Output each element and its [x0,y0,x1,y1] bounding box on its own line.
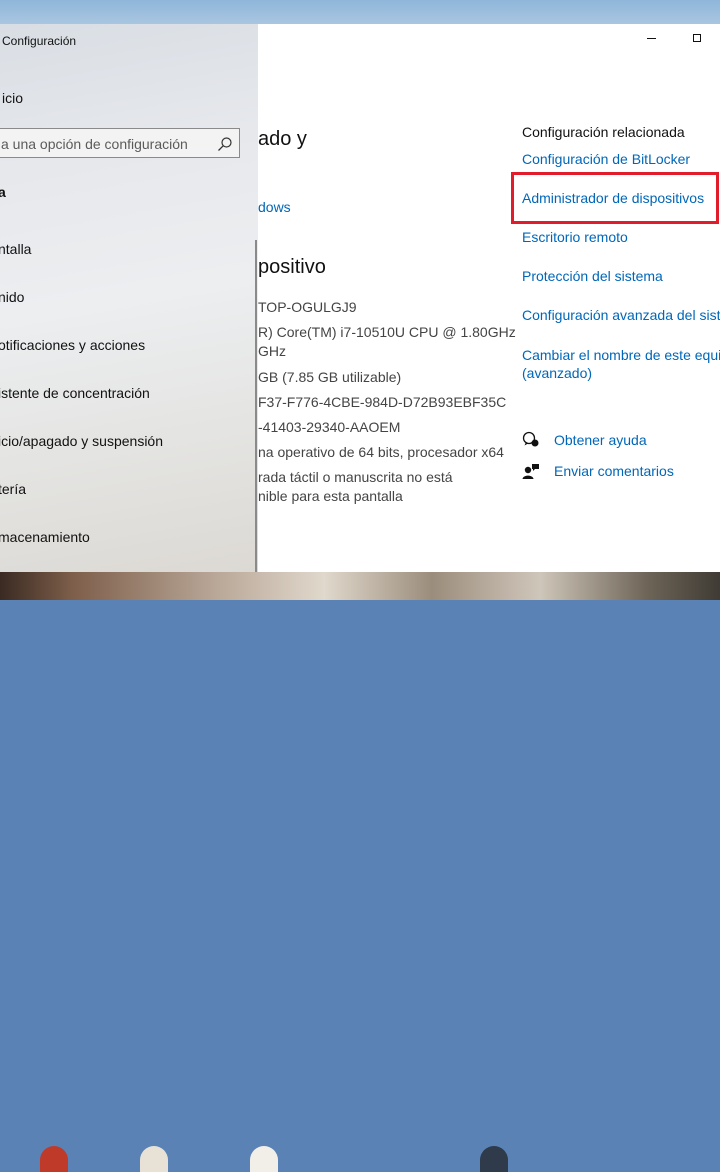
get-help-label: Obtener ayuda [554,432,647,448]
device-manager-link[interactable]: Administrador de dispositivos [522,190,704,206]
search-placeholder: a una opción de configuración [1,136,188,152]
sidebar-item-notificaciones[interactable]: otificaciones y acciones [0,337,145,353]
help-chat-icon [522,431,539,447]
sidebar-item-inicio-apagado[interactable]: icio/apagado y suspensión [0,433,163,449]
page-title: ado y [258,128,307,150]
sidebar-section-title: a [0,184,6,200]
spec-product-id: -41403-29340-AAOEM [258,419,401,435]
spec-device-name: TOP-OGULGJ9 [258,299,357,315]
spec-pen-touch: rada táctil o manuscrita no está [258,469,453,485]
remote-desktop-link[interactable]: Escritorio remoto [522,229,628,245]
sidebar-home-link[interactable]: icio [2,90,23,106]
advanced-system-settings-link[interactable]: Configuración avanzada del siste [522,307,720,323]
feedback-person-icon [522,464,539,479]
spec-processor-cont: GHz [258,343,286,359]
get-help-link[interactable]: Obtener ayuda [522,431,647,449]
sidebar-item-sonido[interactable]: nido [0,289,24,305]
search-icon[interactable] [217,136,233,152]
window-title: Configuración [2,34,77,48]
rename-pc-link-cont[interactable]: (avanzado) [522,365,592,381]
send-feedback-link[interactable]: Enviar comentarios [522,462,674,480]
wallpaper-figure [140,1146,168,1172]
wallpaper-figure [40,1146,68,1172]
spec-system-type: na operativo de 64 bits, procesador x64 [258,444,504,460]
sidebar-scrollbar[interactable] [255,240,257,572]
spec-device-id: F37-F776-4CBE-984D-D72B93EBF35C [258,394,507,410]
spec-pen-touch-cont: nible para esta pantalla [258,488,403,504]
related-settings-title: Configuración relacionada [522,124,685,140]
spec-processor: R) Core(TM) i7-10510U CPU @ 1.80GHz [258,324,516,340]
system-protection-link[interactable]: Protección del sistema [522,268,663,284]
settings-search-input[interactable]: a una opción de configuración [0,128,240,158]
sidebar-item-pantalla[interactable]: ntalla [0,241,31,257]
wallpaper-figure [480,1146,508,1172]
sidebar-item-almacenamiento[interactable]: macenamiento [0,529,90,545]
spec-ram: GB (7.85 GB utilizable) [258,369,402,385]
main-content: ado y dows positivo TOP-OGULGJ9 R) Core(… [258,24,720,572]
rename-pc-link[interactable]: Cambiar el nombre de este equi [522,347,720,363]
wallpaper-figure [250,1146,278,1172]
desktop-wallpaper-scene [0,572,720,1172]
send-feedback-label: Enviar comentarios [554,463,674,479]
device-specs-heading: positivo [258,256,326,278]
sidebar-item-asistente[interactable]: istente de concentración [0,385,150,401]
windows-link[interactable]: dows [258,199,291,215]
settings-sidebar: Configuración icio a una opción de confi… [0,24,258,572]
bitlocker-link[interactable]: Configuración de BitLocker [522,151,690,167]
sidebar-item-bateria[interactable]: tería [0,481,26,497]
